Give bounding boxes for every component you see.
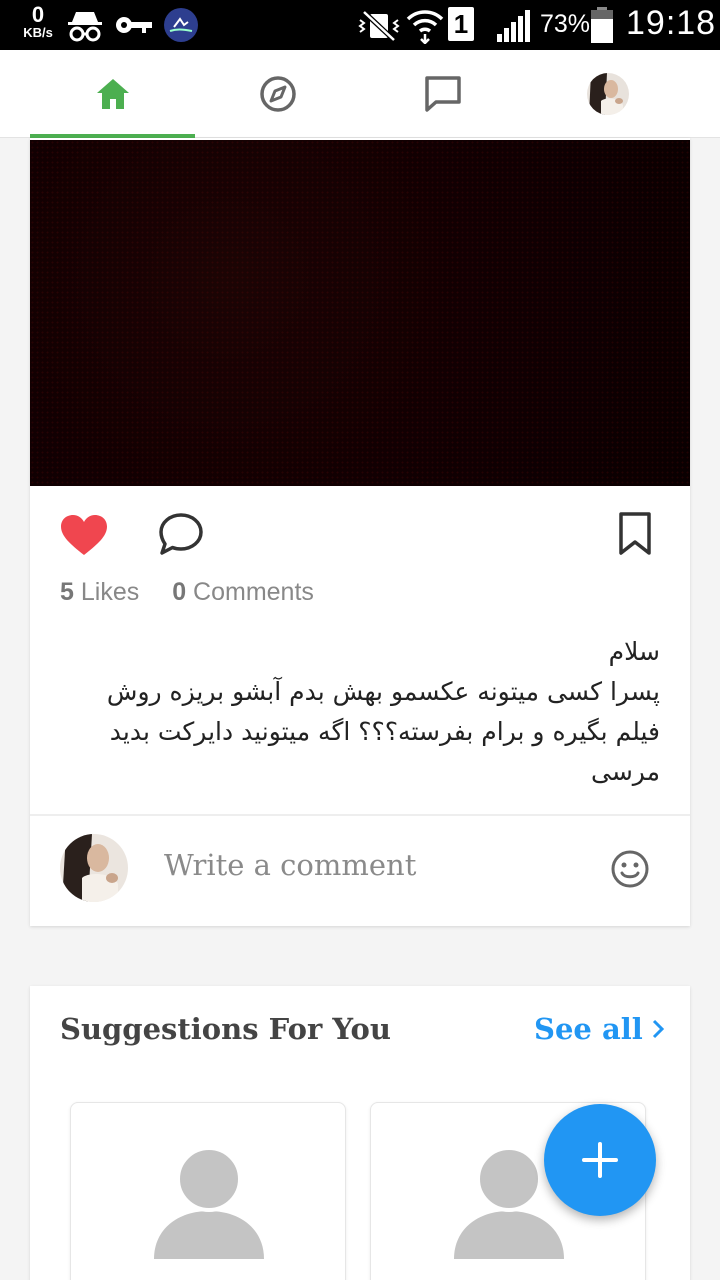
post-counts: 5 Likes 0 Comments bbox=[60, 578, 314, 607]
emoji-icon[interactable] bbox=[610, 849, 650, 889]
see-all-link[interactable]: See all bbox=[534, 1012, 665, 1046]
default-user-icon bbox=[154, 1147, 264, 1259]
comment-input[interactable]: Write a comment bbox=[164, 848, 416, 882]
vibrate-mute-icon bbox=[358, 10, 400, 42]
chevron-right-icon bbox=[652, 1019, 664, 1039]
plus-icon bbox=[582, 1142, 618, 1178]
network-speed: 0 KB/s bbox=[18, 2, 58, 40]
incognito-icon bbox=[68, 12, 102, 42]
like-heart-icon[interactable] bbox=[60, 514, 108, 556]
likes-label: Likes bbox=[80, 578, 140, 606]
likes-count[interactable]: 5 Likes bbox=[60, 578, 139, 606]
status-bar: 0 KB/s 1 73% 19:18 bbox=[0, 0, 720, 50]
top-nav bbox=[0, 50, 720, 139]
tab-messages[interactable] bbox=[360, 50, 525, 138]
compass-icon bbox=[259, 76, 296, 112]
bookmark-icon[interactable] bbox=[618, 512, 652, 556]
tab-profile[interactable] bbox=[525, 50, 690, 138]
see-all-label: See all bbox=[534, 1012, 643, 1046]
post-card: 5 Likes 0 Comments سلام پسرا کسی میتونه … bbox=[30, 138, 690, 926]
suggestions-title: Suggestions For You bbox=[60, 1012, 391, 1046]
app-notification-icon bbox=[164, 8, 198, 42]
sim-slot-badge: 1 bbox=[448, 7, 474, 41]
post-image[interactable] bbox=[30, 140, 690, 486]
battery-icon bbox=[591, 7, 613, 43]
network-speed-unit: KB/s bbox=[23, 25, 53, 40]
comments-number: 0 bbox=[172, 578, 187, 606]
profile-avatar bbox=[586, 73, 629, 115]
comments-label: Comments bbox=[193, 578, 314, 606]
clock: 19:18 bbox=[626, 4, 717, 42]
home-icon bbox=[96, 79, 129, 109]
add-post-button[interactable] bbox=[544, 1104, 656, 1216]
user-avatar bbox=[60, 834, 128, 902]
divider bbox=[30, 814, 690, 816]
suggested-user-card[interactable] bbox=[70, 1102, 346, 1280]
comment-icon[interactable] bbox=[158, 512, 204, 556]
battery-percent: 73% bbox=[540, 10, 591, 38]
comments-count[interactable]: 0 Comments bbox=[172, 578, 314, 606]
post-caption: سلام پسرا کسی میتونه عکسمو بهش بدم آبشو … bbox=[106, 637, 660, 786]
wifi-icon bbox=[406, 10, 444, 44]
signal-icon bbox=[497, 10, 530, 42]
tab-explore[interactable] bbox=[195, 50, 360, 138]
vpn-key-icon bbox=[116, 17, 152, 33]
tab-home[interactable] bbox=[30, 50, 195, 139]
network-speed-value: 0 bbox=[31, 2, 45, 27]
chat-icon bbox=[424, 76, 461, 112]
likes-number: 5 bbox=[60, 578, 74, 606]
